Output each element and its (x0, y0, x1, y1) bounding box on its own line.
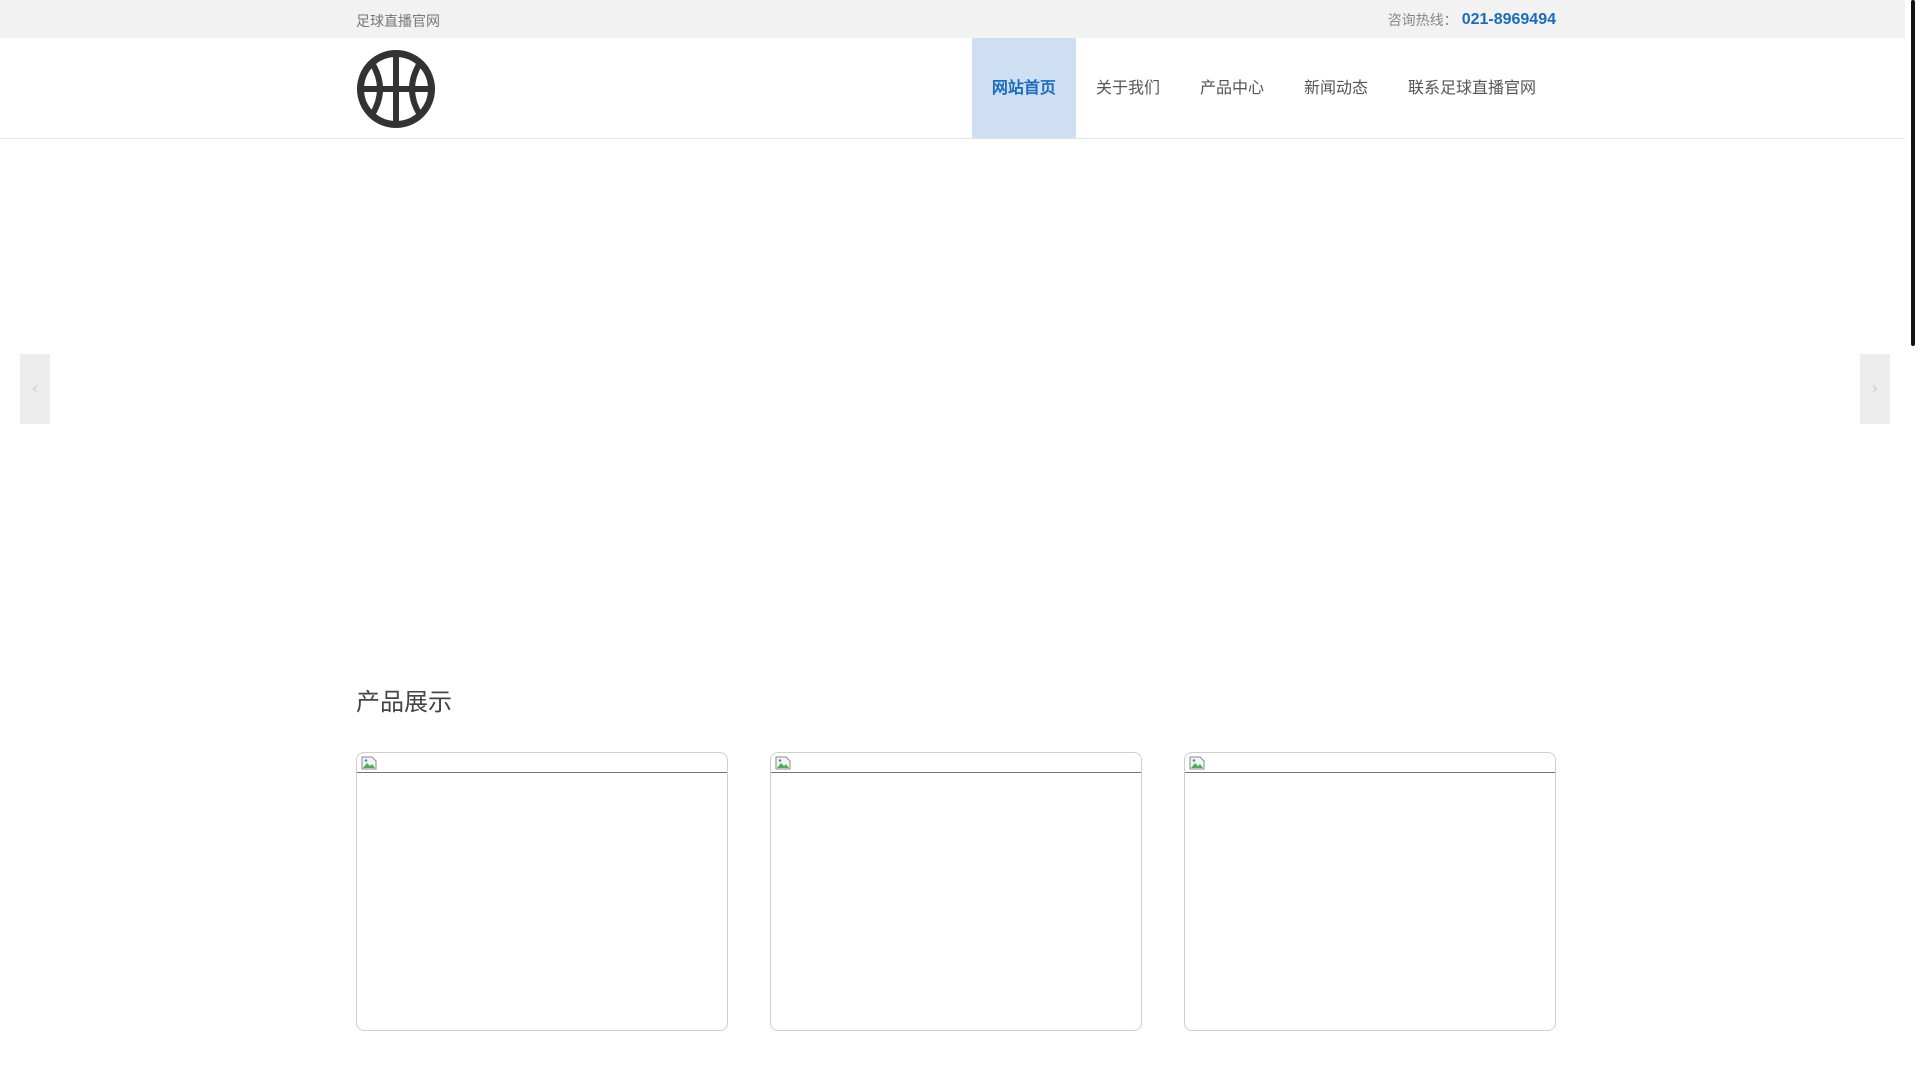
section-title-products: 产品展示 (356, 688, 452, 716)
product-card[interactable] (1184, 752, 1556, 1031)
hotline: 咨询热线： 021-8969494 (1388, 10, 1556, 30)
site-name[interactable]: 足球直播官网 (356, 11, 440, 31)
broken-image-icon (361, 756, 377, 770)
nav-item-contact[interactable]: 联系足球直播官网 (1388, 38, 1556, 138)
basketball-icon[interactable] (356, 49, 436, 129)
broken-image-icon (1189, 756, 1205, 770)
product-card[interactable] (356, 752, 728, 1031)
top-bar-inner: 足球直播官网 咨询热线： 021-8969494 (356, 0, 1556, 38)
banner-next-button[interactable]: › (1860, 354, 1890, 424)
banner-prev-button[interactable]: ‹ (20, 354, 50, 424)
product-image[interactable] (357, 753, 727, 773)
hotline-label: 咨询热线： (1387, 13, 1458, 29)
nav-item-about[interactable]: 关于我们 (1076, 38, 1180, 138)
hotline-number[interactable]: 021-8969494 (1462, 11, 1556, 28)
page-scrollbar[interactable] (1905, 0, 1920, 1080)
nav-item-home[interactable]: 网站首页 (971, 38, 1076, 138)
nav-item-news[interactable]: 新闻动态 (1284, 38, 1388, 138)
main-nav: 网站首页 关于我们 产品中心 新闻动态 联系足球直播官网 (971, 38, 1556, 138)
header-inner: 网站首页 关于我们 产品中心 新闻动态 联系足球直播官网 (356, 38, 1556, 138)
scrollbar-thumb[interactable] (1911, 0, 1915, 346)
product-list (356, 752, 1556, 1031)
nav-item-products[interactable]: 产品中心 (1180, 38, 1284, 138)
broken-image-icon (775, 756, 791, 770)
product-image[interactable] (771, 753, 1141, 773)
header: 网站首页 关于我们 产品中心 新闻动态 联系足球直播官网 (0, 38, 1920, 139)
page: 足球直播官网 咨询热线： 021-8969494 网站首页 关于我们 产品中心 新… (0, 0, 1920, 1080)
product-image[interactable] (1185, 753, 1555, 773)
product-card[interactable] (770, 752, 1142, 1031)
top-bar: 足球直播官网 咨询热线： 021-8969494 (0, 0, 1920, 38)
